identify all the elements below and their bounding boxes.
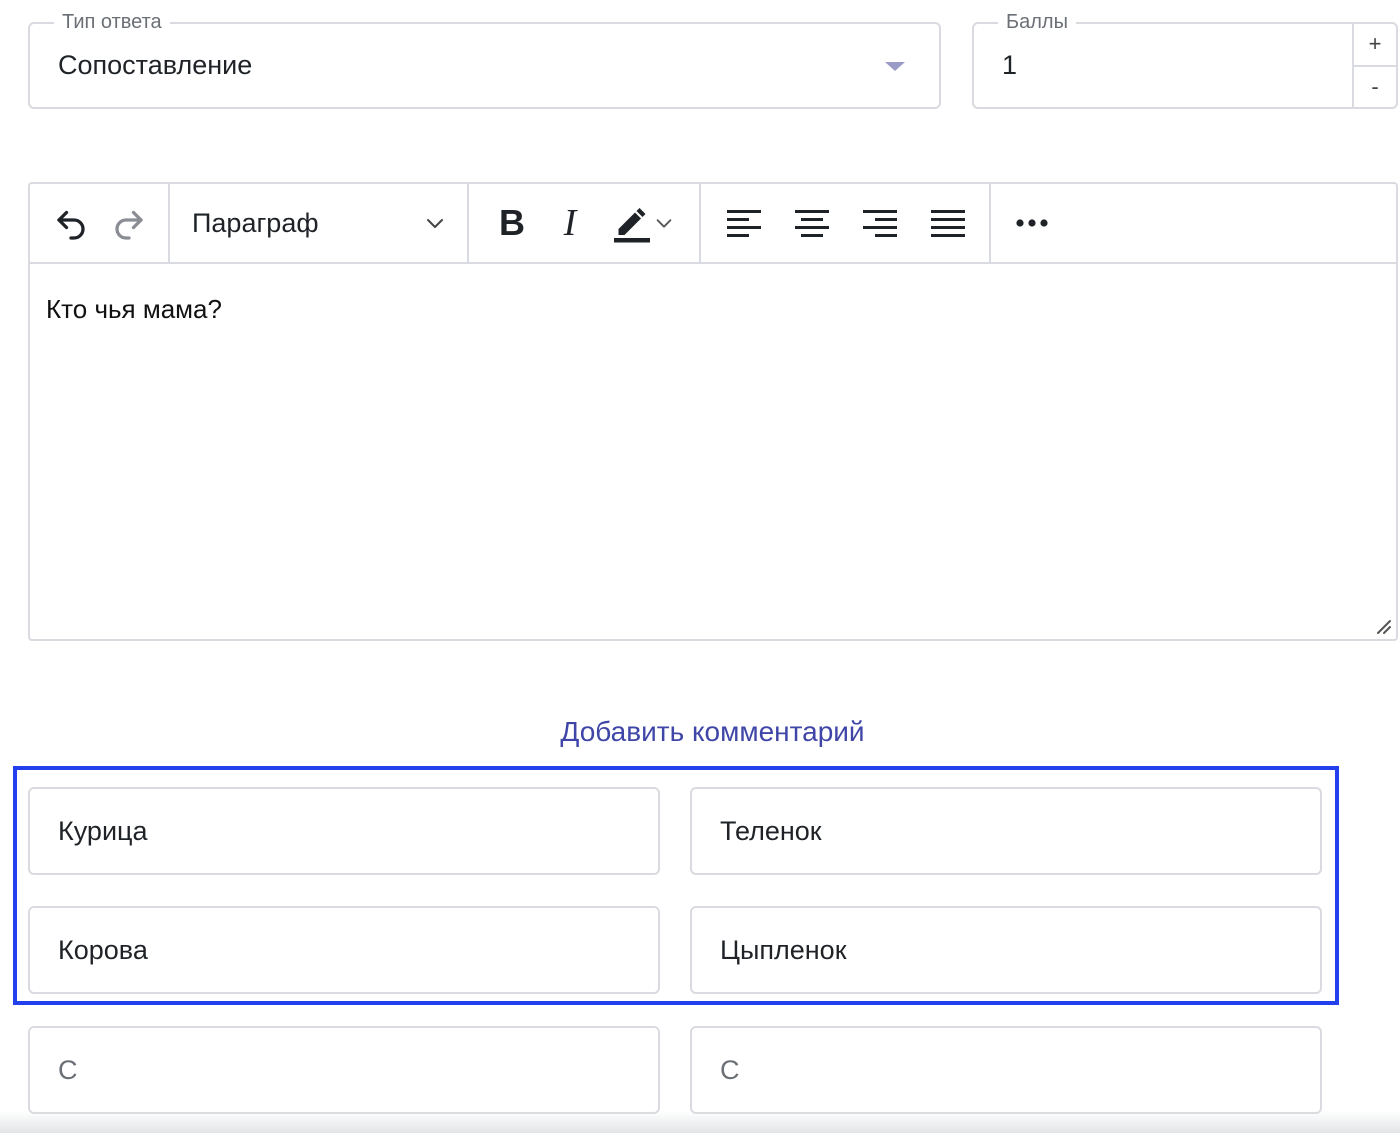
points-stepper: + - xyxy=(1352,24,1396,107)
history-group xyxy=(30,184,170,262)
chevron-down-icon xyxy=(427,219,443,228)
new-pair-left-input[interactable]: С xyxy=(28,1026,660,1114)
chevron-down-icon xyxy=(656,219,672,228)
increment-button[interactable]: + xyxy=(1354,24,1396,65)
block-format-select[interactable]: Параграф xyxy=(178,208,459,239)
more-group xyxy=(991,184,1073,262)
pair-left-input[interactable]: Корова xyxy=(28,906,660,994)
bold-button[interactable]: B xyxy=(483,194,541,252)
add-comment-link[interactable]: Добавить комментарий xyxy=(0,716,1400,748)
bold-label: B xyxy=(499,202,525,243)
align-center-icon[interactable] xyxy=(783,194,841,252)
pair-left-input[interactable]: Курица xyxy=(28,787,660,875)
caret-down-icon xyxy=(885,62,905,71)
undo-icon[interactable] xyxy=(42,194,100,252)
editor-toolbar: Параграф B I xyxy=(30,184,1396,264)
alignment-group xyxy=(701,184,991,262)
pair-right-input[interactable]: Цыпленок xyxy=(690,906,1322,994)
answer-type-value: Сопоставление xyxy=(58,50,253,80)
italic-label: I xyxy=(563,202,577,244)
resize-handle-icon[interactable] xyxy=(1372,615,1392,635)
redo-icon[interactable] xyxy=(100,194,158,252)
bottom-fade xyxy=(0,1111,1400,1133)
question-editor-page: Тип ответа Сопоставление Баллы 1 + - Пар… xyxy=(0,0,1400,1133)
rich-text-editor: Параграф B I Кто чья мама? xyxy=(28,182,1398,641)
align-right-icon[interactable] xyxy=(851,194,909,252)
more-icon[interactable] xyxy=(1003,194,1061,252)
points-input[interactable]: Баллы 1 + - xyxy=(972,10,1398,109)
points-value: 1 xyxy=(1002,50,1018,80)
italic-button[interactable]: I xyxy=(541,194,599,252)
align-justify-icon[interactable] xyxy=(919,194,977,252)
new-pair-right-input[interactable]: С xyxy=(690,1026,1322,1114)
decrement-button[interactable]: - xyxy=(1354,64,1396,108)
highlighter-icon[interactable] xyxy=(599,194,687,252)
answer-type-select[interactable]: Тип ответа Сопоставление xyxy=(28,10,941,109)
align-left-icon[interactable] xyxy=(715,194,773,252)
formatting-group: B I xyxy=(469,184,701,262)
pair-right-input[interactable]: Теленок xyxy=(690,787,1322,875)
block-format-group: Параграф xyxy=(170,184,469,262)
block-format-label: Параграф xyxy=(192,207,319,238)
editor-content[interactable]: Кто чья мама? xyxy=(46,294,222,325)
